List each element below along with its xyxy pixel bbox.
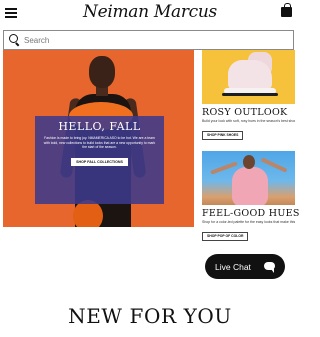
chat-bubble-icon [264, 262, 275, 273]
search-icon[interactable] [4, 31, 24, 49]
promo-image-pink-shoe[interactable] [202, 50, 295, 104]
shop-pop-of-color-button[interactable]: SHOP POP OF COLOR [202, 231, 249, 241]
hero-description: Fashion is made to bring joy. NMAMERICA … [43, 136, 156, 150]
site-header: Neiman Marcus [0, 0, 300, 28]
search-input[interactable] [24, 32, 284, 48]
promo-title: FEEL-GOOD HUES [202, 208, 300, 219]
promo-image-pink-dress[interactable] [202, 151, 295, 205]
promo-rosy-outlook[interactable]: ROSY OUTLOOK Build your look with soft, … [202, 50, 295, 141]
hero-title: HELLO, FALL [58, 120, 141, 133]
site-logo[interactable]: Neiman Marcus [0, 2, 300, 22]
shopping-bag-icon[interactable] [281, 3, 292, 17]
promo-subtitle: Build your look with soft, rosy hues in … [202, 119, 295, 123]
section-title-new-for-you: NEW FOR YOU [68, 304, 232, 328]
hero-banner[interactable]: HELLO, FALL Fashion is made to bring joy… [3, 50, 194, 227]
shop-fall-collections-button[interactable]: SHOP FALL COLLECTIONS [71, 157, 128, 166]
promo-subtitle: Shop for a color-led palette for the eas… [202, 220, 295, 224]
promo-feel-good-hues[interactable]: FEEL-GOOD HUES Shop for a color-led pale… [202, 151, 300, 242]
shop-pink-shoes-button[interactable]: SHOP PINK SHOES [202, 130, 244, 140]
live-chat-label: Live Chat [215, 261, 251, 272]
search-bar[interactable] [3, 30, 294, 50]
promo-title: ROSY OUTLOOK [202, 107, 288, 118]
live-chat-button[interactable]: Live Chat [205, 254, 285, 279]
hero-text-card: HELLO, FALL Fashion is made to bring joy… [35, 116, 164, 204]
